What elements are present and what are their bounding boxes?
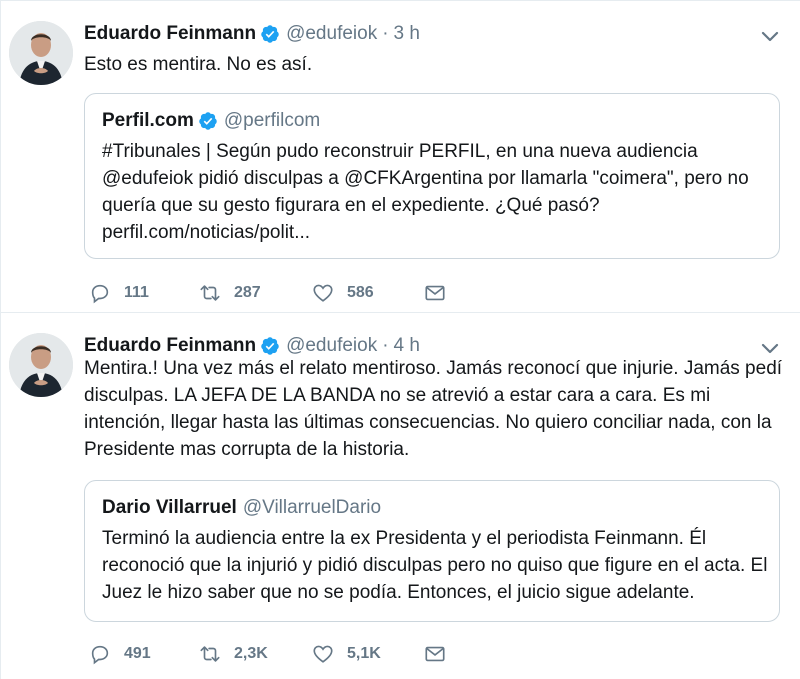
- avatar[interactable]: [9, 21, 73, 85]
- reply-count: 491: [124, 645, 151, 662]
- author-handle[interactable]: @edufeiok: [286, 335, 377, 357]
- quoted-tweet[interactable]: Perfil.com @perfilcom #Tribunales | Segú…: [84, 93, 780, 259]
- retweet-icon: [200, 646, 220, 662]
- heart-icon: [313, 284, 333, 302]
- reply-button[interactable]: 491: [89, 643, 199, 665]
- quoted-author-handle: @VillarruelDario: [242, 497, 382, 518]
- retweet-count: 2,3K: [234, 645, 268, 662]
- like-button[interactable]: 5,1K: [312, 643, 424, 665]
- quoted-tweet[interactable]: Dario Villarruel @VillarruelDario Termin…: [84, 480, 780, 622]
- reply-count: 111: [124, 284, 149, 301]
- quoted-tweet-header: Dario Villarruel @VillarruelDario: [102, 495, 381, 521]
- tweet-timestamp[interactable]: 3 h: [394, 23, 420, 45]
- reply-icon: [91, 645, 109, 665]
- like-count: 5,1K: [347, 645, 381, 662]
- verified-badge-icon: [199, 112, 217, 130]
- chevron-down-icon[interactable]: [761, 31, 779, 43]
- tweet-text: Esto es mentira. No es así.: [84, 54, 313, 75]
- retweet-button[interactable]: 287: [199, 282, 312, 304]
- tweet[interactable]: Eduardo Feinmann @edufeiok · 3 h Esto es…: [1, 0, 800, 312]
- author-name[interactable]: Eduardo Feinmann: [84, 335, 256, 357]
- author-name[interactable]: Eduardo Feinmann: [84, 23, 256, 45]
- quoted-tweet-text: #Tribunales | Según pudo reconstruir PER…: [102, 141, 749, 243]
- direct-message-button[interactable]: [424, 282, 446, 304]
- separator-dot: ·: [382, 335, 389, 356]
- author-handle[interactable]: @edufeiok: [286, 23, 377, 45]
- direct-message-button[interactable]: [424, 643, 446, 665]
- retweet-count: 287: [234, 284, 261, 301]
- reply-icon: [91, 284, 109, 304]
- quoted-tweet-header: Perfil.com @perfilcom: [102, 108, 320, 134]
- like-button[interactable]: 586: [312, 282, 424, 304]
- timeline-feed: Eduardo Feinmann @edufeiok · 3 h Esto es…: [0, 0, 800, 679]
- tweet-actions: 111 287 586: [89, 281, 446, 305]
- tweet-text: Mentira.! Una vez más el relato mentiros…: [84, 358, 783, 460]
- retweet-button[interactable]: 2,3K: [199, 643, 312, 665]
- envelope-icon: [425, 285, 445, 301]
- tweet-header: Eduardo Feinmann @edufeiok · 3 h: [84, 21, 420, 47]
- quoted-author-name: Perfil.com: [102, 110, 194, 131]
- quoted-tweet-text: Terminó la audiencia entre la ex Preside…: [102, 528, 768, 603]
- retweet-icon: [200, 285, 220, 301]
- avatar[interactable]: [9, 333, 73, 397]
- tweet-timestamp[interactable]: 4 h: [394, 335, 420, 357]
- quoted-author-name: Dario Villarruel: [102, 497, 237, 518]
- heart-icon: [313, 645, 333, 663]
- verified-badge-icon: [261, 25, 279, 43]
- tweet-actions: 491 2,3K 5,1K: [89, 642, 446, 666]
- separator-dot: ·: [382, 23, 389, 44]
- envelope-icon: [425, 646, 445, 662]
- chevron-down-icon[interactable]: [761, 343, 779, 355]
- quoted-author-handle: @perfilcom: [223, 110, 321, 131]
- verified-badge-icon: [261, 337, 279, 355]
- reply-button[interactable]: 111: [89, 282, 199, 304]
- like-count: 586: [347, 284, 374, 301]
